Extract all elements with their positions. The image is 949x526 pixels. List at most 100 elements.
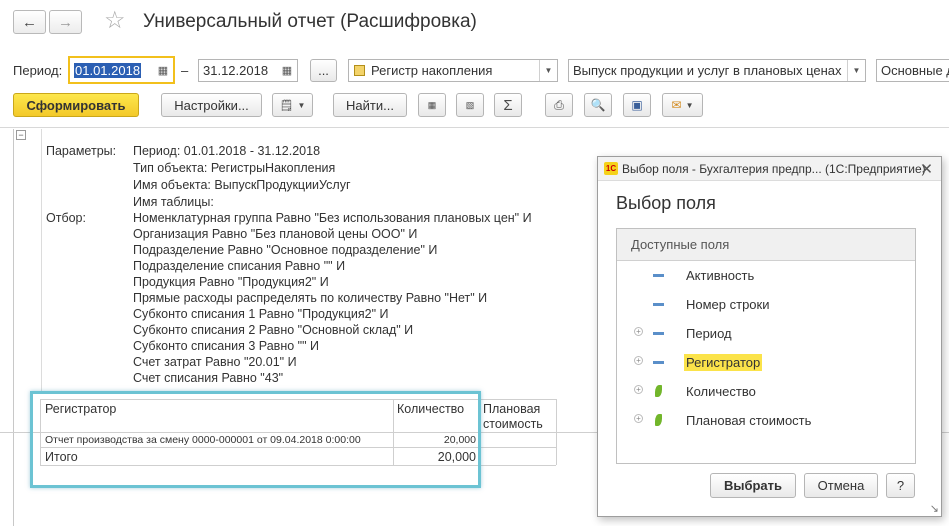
dialog-heading: Выбор поля xyxy=(616,193,716,213)
period-separator: – xyxy=(181,63,189,78)
expand-icon[interactable]: + xyxy=(634,327,643,336)
table-border xyxy=(556,399,557,465)
column-header-planned-cost: Плановая xyxy=(483,402,541,416)
dimension-icon xyxy=(653,332,664,335)
send-email-button[interactable]: ✉ ▼ xyxy=(662,93,703,117)
find-label: Найти... xyxy=(346,97,394,113)
save-button[interactable]: ▣ xyxy=(623,93,651,117)
expand-icon[interactable]: + xyxy=(634,414,643,423)
chevron-down-icon[interactable]: ▼ xyxy=(539,60,557,81)
sum-button[interactable]: Σ xyxy=(494,93,522,117)
resize-grip-icon[interactable]: ↘ xyxy=(930,502,939,515)
params-label: Параметры: xyxy=(46,144,117,158)
tree-item-label: Количество xyxy=(686,384,756,399)
floppy-disk-icon: ▣ xyxy=(631,98,643,112)
collapse-groups-button[interactable]: ▦ xyxy=(418,93,446,117)
tree-item-period[interactable]: + Период xyxy=(617,322,915,344)
filter-line: Подразделение Равно "Основное подразделе… xyxy=(133,243,438,257)
tree-item-line-number[interactable]: Номер строки xyxy=(617,293,915,315)
back-button[interactable]: ← xyxy=(13,10,46,34)
chevron-down-icon[interactable]: ▼ xyxy=(847,60,865,81)
expand-icon[interactable]: + xyxy=(634,385,643,394)
params-line: Имя объекта: ВыпускПродукцииУслуг xyxy=(133,178,351,192)
chevron-down-icon: ▼ xyxy=(297,100,306,110)
help-label: ? xyxy=(896,478,905,493)
report-left-gutter xyxy=(13,129,14,526)
generate-button[interactable]: Сформировать xyxy=(13,93,139,117)
tree-item-planned-cost[interactable]: + Плановая стоимость xyxy=(617,409,915,431)
preview-button[interactable]: 🔍 xyxy=(584,93,612,117)
tree-item-quantity[interactable]: + Количество xyxy=(617,380,915,402)
tree-item-registrar[interactable]: + Регистратор xyxy=(617,351,915,373)
tree-item-label: Регистратор xyxy=(684,354,763,371)
period-from-field[interactable]: 01.01.2018 ▦ xyxy=(68,56,175,84)
cancel-label: Отмена xyxy=(817,478,865,493)
select-label: Выбрать xyxy=(723,478,783,493)
settings-label: Настройки... xyxy=(174,97,249,113)
period-select-label: ... xyxy=(318,63,329,78)
params-line: Имя таблицы: xyxy=(133,195,214,209)
filter-line: Счет списания Равно "43" xyxy=(133,371,284,385)
filter-line: Прямые расходы распределять по количеств… xyxy=(133,291,488,305)
filter-line: Номенклатурная группа Равно "Без использ… xyxy=(133,211,532,225)
resource-icon xyxy=(655,385,662,397)
tree-item-activity[interactable]: Активность xyxy=(617,264,915,286)
favorite-star-icon[interactable]: ☆ xyxy=(104,6,126,35)
column-header-planned-cost: стоимость xyxy=(483,417,543,431)
tree-item-label: Номер строки xyxy=(686,297,770,312)
select-button[interactable]: Выбрать xyxy=(710,473,796,498)
filter-line: Субконто списания 1 Равно "Продукция2" И xyxy=(133,307,389,321)
object-name-select[interactable]: Выпуск продукции и услуг в плановых цена… xyxy=(568,59,866,82)
period-to-value: 31.12.2018 xyxy=(203,63,269,78)
help-button[interactable]: ? xyxy=(886,473,915,498)
find-button[interactable]: Найти... xyxy=(333,93,407,117)
settings-button[interactable]: Настройки... xyxy=(161,93,262,117)
filter-line: Организация Равно "Без плановой цены ООО… xyxy=(133,227,418,241)
printer-icon: ⎙ xyxy=(554,97,564,112)
expand-icon[interactable]: + xyxy=(634,356,643,365)
field-select-dialog: 1С Выбор поля - Бухгалтерия предпр... (1… xyxy=(597,156,942,517)
available-fields-tree[interactable]: Доступные поля Активность Номер строки +… xyxy=(616,228,916,464)
expand-groups-button[interactable]: ▧ xyxy=(456,93,484,117)
variant-menu-button[interactable]: 🗒 ▼ xyxy=(272,93,313,117)
calendar-icon[interactable]: ▦ xyxy=(153,60,173,81)
envelope-icon: ✉ xyxy=(671,98,682,112)
filter-line: Счет затрат Равно "20.01" И xyxy=(133,355,297,369)
cancel-button[interactable]: Отмена xyxy=(804,473,878,498)
period-label: Период: xyxy=(13,63,63,78)
params-line: Период: 01.01.2018 - 31.12.2018 xyxy=(133,144,321,158)
highlight-frame xyxy=(30,391,481,488)
tree-header: Доступные поля xyxy=(617,229,915,261)
tree-item-label: Активность xyxy=(686,268,755,283)
filter-line: Субконто списания 2 Равно "Основной скла… xyxy=(133,323,414,337)
filter-label: Отбор: xyxy=(46,211,86,225)
table-name-value: Основные д xyxy=(881,63,949,78)
expand-groups-icon: ▧ xyxy=(465,99,475,110)
period-to-field[interactable]: 31.12.2018 ▦ xyxy=(198,59,298,82)
forward-button[interactable]: → xyxy=(49,10,82,34)
params-line: Тип объекта: РегистрыНакопления xyxy=(133,161,336,175)
object-name-value: Выпуск продукции и услуг в плановых цена… xyxy=(573,63,842,78)
filter-line: Продукция Равно "Продукция2" И xyxy=(133,275,329,289)
dialog-titlebar[interactable]: 1С Выбор поля - Бухгалтерия предпр... (1… xyxy=(598,157,941,181)
collapse-groups-icon: ▦ xyxy=(427,99,437,110)
collapse-group-icon[interactable]: − xyxy=(16,130,26,140)
report-group-line xyxy=(41,129,42,394)
object-type-select[interactable]: Регистр накопления ▼ xyxy=(348,59,558,82)
table-name-select[interactable]: Основные д xyxy=(876,59,949,82)
close-icon[interactable]: ✕ xyxy=(920,160,933,178)
arrow-left-icon: ← xyxy=(22,13,37,31)
resource-icon xyxy=(655,414,662,426)
dimension-icon xyxy=(653,303,664,306)
dimension-icon xyxy=(653,361,664,364)
page-title: Универсальный отчет (Расшифровка) xyxy=(143,11,477,32)
sigma-icon: Σ xyxy=(503,96,513,114)
period-select-button[interactable]: ... xyxy=(310,59,337,82)
generate-label: Сформировать xyxy=(26,97,126,113)
print-button[interactable]: ⎙ xyxy=(545,93,573,117)
chevron-down-icon: ▼ xyxy=(685,100,694,110)
calendar-icon[interactable]: ▦ xyxy=(277,60,297,81)
tree-item-label: Плановая стоимость xyxy=(686,413,812,428)
report-variant-icon: 🗒 xyxy=(279,99,294,112)
tree-item-label: Период xyxy=(686,326,732,341)
